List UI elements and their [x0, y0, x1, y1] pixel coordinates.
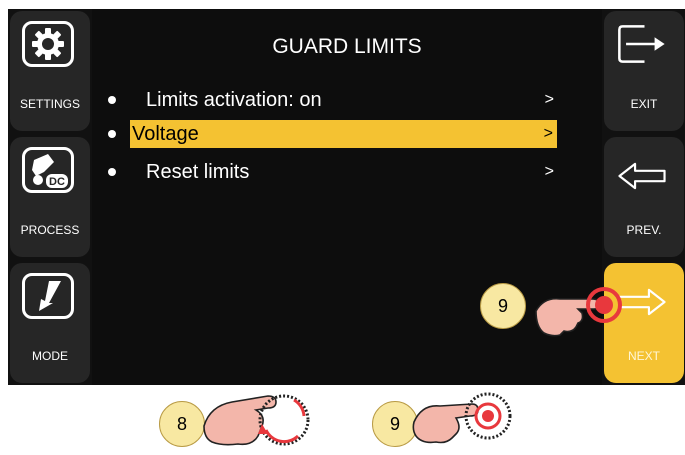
- bullet-icon: [108, 168, 116, 176]
- settings-button[interactable]: SETTINGS: [10, 11, 90, 131]
- process-label: PROCESS: [20, 223, 80, 237]
- left-arrow-icon: [616, 153, 668, 199]
- menu-item-label: Reset limits: [146, 160, 250, 183]
- welding-torch-dc-icon: DC: [22, 147, 74, 193]
- step-callout-badge: 9: [480, 283, 526, 329]
- menu-arrow: >: [544, 91, 554, 108]
- settings-label: SETTINGS: [19, 97, 80, 111]
- press-knob-icon: [412, 386, 516, 455]
- menu-item-reset-limits[interactable]: Reset limits >: [108, 158, 558, 186]
- menu-arrow: >: [543, 125, 553, 142]
- dc-text: DC: [49, 176, 65, 188]
- exit-arrow-icon: [616, 21, 668, 67]
- menu-item-voltage[interactable]: Voltage >: [130, 120, 557, 148]
- left-button-column: SETTINGS DC PROCESS MODE: [8, 9, 92, 385]
- pointing-hand-icon: [534, 277, 624, 352]
- page-title: GUARD LIMITS: [272, 35, 422, 58]
- torch-mode-icon: [22, 273, 74, 319]
- process-button[interactable]: DC PROCESS: [10, 137, 90, 257]
- menu-arrow: >: [544, 163, 554, 180]
- bullet-icon: [108, 96, 116, 104]
- menu-item-label: Limits activation: on: [146, 88, 322, 111]
- prev-button[interactable]: PREV.: [604, 137, 684, 257]
- step-callout-badge: 8: [159, 401, 205, 447]
- bullet-icon: [108, 130, 116, 138]
- prev-label: PREV.: [626, 223, 662, 237]
- mode-button[interactable]: MODE: [10, 263, 90, 383]
- exit-label: EXIT: [630, 97, 658, 111]
- main-display: GUARD LIMITS Limits activation: on > Vol…: [92, 9, 602, 385]
- menu-item-label: Voltage: [132, 122, 199, 145]
- exit-button[interactable]: EXIT: [604, 11, 684, 131]
- device-screen: SETTINGS DC PROCESS MODE GUARD LIMITS Li…: [8, 9, 685, 385]
- menu-item-limits-activation[interactable]: Limits activation: on >: [108, 86, 558, 114]
- gear-icon: [22, 21, 74, 67]
- rotate-knob-icon: [202, 386, 318, 455]
- mode-label: MODE: [32, 349, 68, 363]
